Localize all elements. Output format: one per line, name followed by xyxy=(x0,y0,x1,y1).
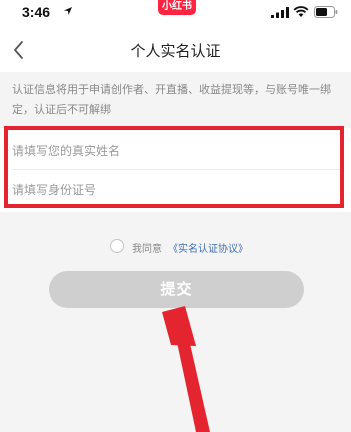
agree-radio-button[interactable] xyxy=(110,239,124,253)
notice-text: 认证信息将用于申请创作者、开直播、收益提现等，与账号唯一绑定，认证后不可解绑 xyxy=(12,83,331,116)
page-title: 个人实名认证 xyxy=(130,42,221,60)
red-highlight-box xyxy=(4,126,344,208)
battery-icon xyxy=(314,6,338,18)
signal-icon xyxy=(271,7,289,18)
brand-badge: 小红书 xyxy=(158,0,196,15)
nav-bar: 个人实名认证 xyxy=(0,28,351,72)
agree-prefix-text: 我同意 xyxy=(132,244,162,255)
status-bar: 3:46 小红书 xyxy=(0,0,351,28)
agreement-link[interactable]: 《实名认证协议》 xyxy=(168,240,248,255)
wifi-icon xyxy=(293,6,309,17)
submit-button[interactable]: 提交 xyxy=(49,271,304,308)
location-arrow-icon xyxy=(64,7,72,15)
status-time: 3:46 xyxy=(22,4,51,20)
